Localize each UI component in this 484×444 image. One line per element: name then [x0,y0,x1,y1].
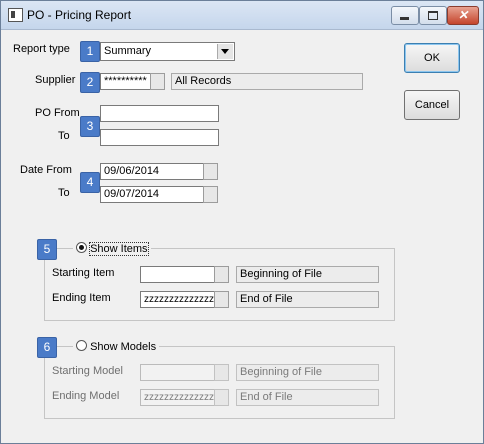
show-models-option[interactable]: Show Models [73,339,160,353]
ending-item-description: End of File [236,291,379,308]
po-from-input[interactable] [100,105,219,122]
ending-model-label: Ending Model [52,390,120,402]
supplier-input[interactable]: ********** [100,73,152,90]
date-from-input[interactable]: 09/06/2014 [100,163,204,180]
starting-item-lookup-button[interactable] [214,266,229,283]
step-badge-3: 3 [80,116,100,137]
window-title: PO - Pricing Report [27,8,132,22]
date-to-calendar-button[interactable] [203,186,218,203]
step-badge-2: 2 [80,72,100,93]
ending-model-lookup-button[interactable] [214,389,229,406]
ending-item-lookup-button[interactable] [214,291,229,308]
date-from-calendar-button[interactable] [203,163,218,180]
ok-button[interactable]: OK [404,43,460,73]
supplier-lookup-button[interactable] [150,73,165,90]
show-models-radio[interactable] [76,340,87,351]
step-badge-5: 5 [37,239,57,260]
show-items-group [44,248,395,321]
starting-item-input[interactable] [140,266,215,283]
step-badge-4: 4 [80,172,100,193]
app-icon [8,8,23,22]
ending-model-description: End of File [236,389,379,406]
maximize-button[interactable] [419,6,447,25]
close-button[interactable]: ✕ [447,6,479,25]
show-items-radio[interactable] [76,242,87,253]
minimize-icon [400,17,409,20]
date-to-input[interactable]: 09/07/2014 [100,186,204,203]
maximize-icon [428,11,438,20]
po-to-input[interactable] [100,129,219,146]
step-badge-1: 1 [80,41,100,62]
starting-item-description: Beginning of File [236,266,379,283]
starting-model-label: Starting Model [52,365,123,377]
show-models-group [44,346,395,419]
supplier-description: All Records [171,73,363,90]
dropdown-arrow-icon[interactable] [217,44,233,59]
starting-item-label: Starting Item [52,267,115,279]
report-type-select[interactable]: Summary [100,42,235,61]
cancel-button[interactable]: Cancel [404,90,460,120]
starting-model-description: Beginning of File [236,364,379,381]
title-bar[interactable]: PO - Pricing Report ✕ [1,1,483,30]
show-models-label: Show Models [90,341,157,353]
po-to-label: To [58,130,70,142]
starting-model-lookup-button[interactable] [214,364,229,381]
starting-model-input[interactable] [140,364,215,381]
po-from-label: PO From [35,107,80,119]
date-from-label: Date From [20,164,72,176]
close-icon: ✕ [457,8,469,22]
step-badge-6: 6 [37,337,57,358]
report-type-label: Report type [13,43,70,55]
ending-model-input[interactable]: zzzzzzzzzzzzzzz [140,389,215,406]
report-type-value: Summary [104,45,152,57]
show-items-option[interactable]: Show Items [73,241,151,256]
show-items-label: Show Items [89,242,149,256]
ending-item-label: Ending Item [52,292,111,304]
minimize-button[interactable] [391,6,419,25]
report-window: PO - Pricing Report ✕ Report type 1 Summ… [0,0,484,444]
ending-item-input[interactable]: zzzzzzzzzzzzzzz [140,291,215,308]
supplier-label: Supplier [35,74,76,86]
date-to-label: To [58,187,70,199]
